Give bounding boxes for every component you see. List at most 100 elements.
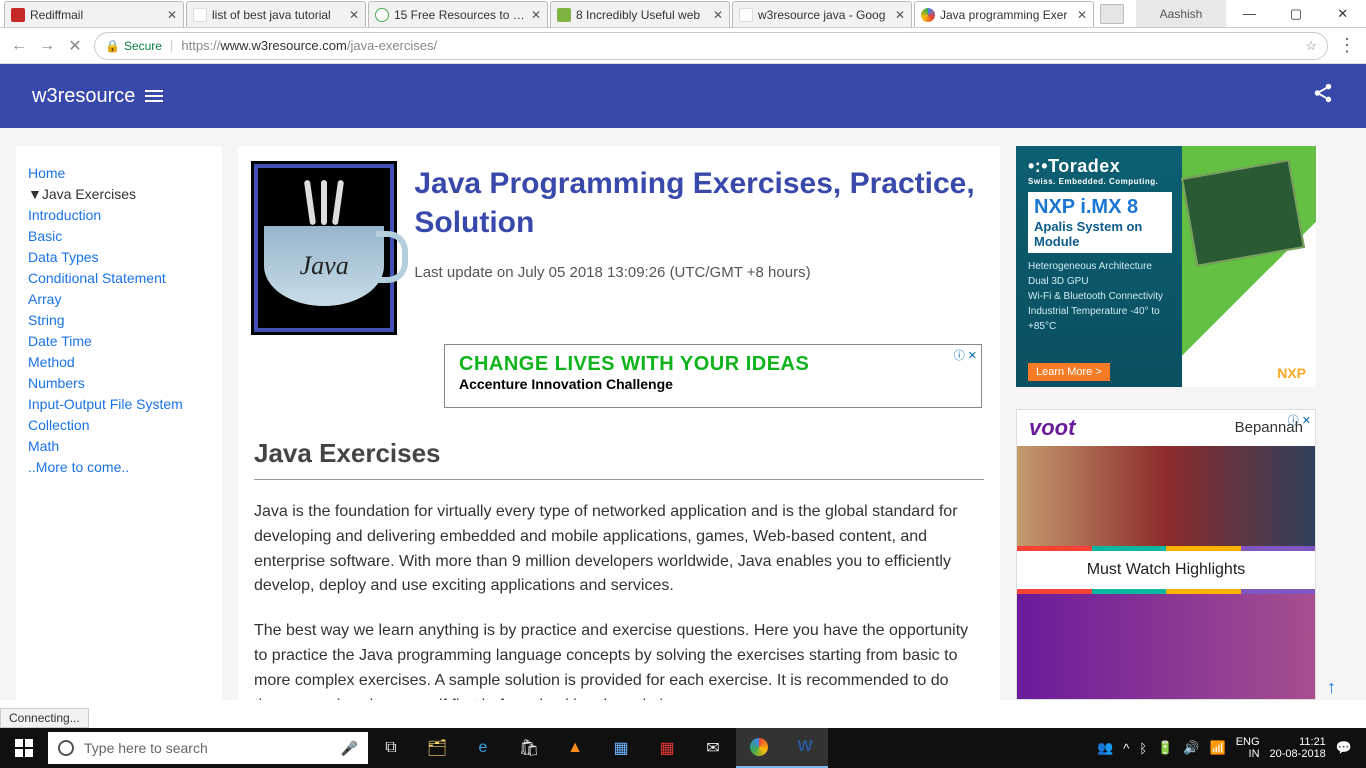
browser-tab[interactable]: 15 Free Resources to Le ✕ [368,1,548,27]
new-tab-button[interactable] [1100,4,1124,24]
close-icon[interactable]: ✕ [349,10,359,20]
sidebar-item[interactable]: Basic [28,228,210,244]
site-brand[interactable]: w3resource [32,85,163,108]
toradex-ad[interactable]: ⓘ ✕ •:•ToradexSwiss. Embedded. Computing… [1016,146,1316,387]
ad-thumbnail [1017,594,1315,700]
hero-section: Java Java Programming Exercises, Practic… [254,164,984,332]
taskbar-apps: ⧉ 🗂 e 🛍 ▲ ▦ ▦ ✉ W [368,728,828,768]
wifi-icon[interactable]: 📶 [1210,740,1226,756]
sidebar-item[interactable]: Home [28,165,210,181]
word-icon[interactable]: W [782,728,828,768]
back-button[interactable]: ← [10,37,28,55]
voot-logo: voot [1029,415,1075,441]
hamburger-icon[interactable] [145,90,163,102]
browser-tab[interactable]: w3resource java - Goog✕ [732,1,912,27]
stop-button[interactable]: ✕ [66,37,84,55]
tab-strip: Rediffmail✕ list of best java tutorial✕ … [0,0,1136,27]
bluetooth-icon[interactable]: ᛒ [1139,741,1147,756]
sidebar-item[interactable]: Data Types [28,249,210,265]
start-button[interactable] [0,728,48,768]
minimize-button[interactable]: — [1226,0,1273,27]
ad-brand: •:•ToradexSwiss. Embedded. Computing. [1028,156,1172,186]
people-icon[interactable]: 👥 [1097,740,1113,756]
language-indicator[interactable]: ENGIN [1236,736,1260,760]
right-ads: ⓘ ✕ •:•ToradexSwiss. Embedded. Computing… [1016,146,1316,700]
scroll-top-button[interactable]: ↑ [1327,677,1336,698]
task-view-icon[interactable]: ⧉ [368,728,414,768]
chrome-menu-icon[interactable]: ⋮ [1338,35,1356,56]
close-window-button[interactable]: ✕ [1319,0,1366,27]
sidebar-item-current[interactable]: ▼Java Exercises [28,186,210,202]
close-icon[interactable]: ✕ [167,10,177,20]
bookmark-icon[interactable]: ☆ [1305,38,1317,54]
paragraph: The best way we learn anything is by pra… [254,619,984,700]
ad-product: NXP i.MX 8Apalis System on Module [1028,192,1172,253]
close-icon[interactable]: ✕ [1077,10,1087,20]
cortana-icon [58,740,74,756]
clock[interactable]: 11:2120-08-2018 [1270,736,1326,760]
app-icon[interactable]: ▦ [598,728,644,768]
chrome-titlebar: Rediffmail✕ list of best java tutorial✕ … [0,0,1366,28]
store-icon[interactable]: 🛍 [506,728,552,768]
sidebar-item[interactable]: ..More to come.. [28,459,210,475]
ad-caption: Must Watch Highlights [1017,551,1315,589]
tab-title: Java programming Exer [940,8,1072,22]
mail-icon[interactable]: ✉ [690,728,736,768]
tab-title: 8 Incredibly Useful web [576,8,708,22]
ad-thumbnail [1017,446,1315,546]
close-icon[interactable]: ✕ [531,10,541,20]
browser-tab[interactable]: 8 Incredibly Useful web ✕ [550,1,730,27]
sidebar-item[interactable]: Input-Output File System [28,396,210,412]
main-content: Java Java Programming Exercises, Practic… [238,146,1000,700]
browser-tab[interactable]: list of best java tutorial ✕ [186,1,366,27]
taskbar-search[interactable]: Type here to search 🎤 [48,732,368,764]
sidebar-item[interactable]: Collection [28,417,210,433]
vlc-icon[interactable]: ▲ [552,728,598,768]
sidebar-item[interactable]: Date Time [28,333,210,349]
sidebar-item[interactable]: Method [28,354,210,370]
browser-tab-active[interactable]: Java programming Exer ✕ [914,1,1094,27]
sidebar-item[interactable]: Array [28,291,210,307]
search-placeholder: Type here to search [84,740,208,756]
brand-text: w3resource [32,85,135,108]
ad-badge[interactable]: ⓘ ✕ [954,347,977,363]
section-heading: Java Exercises [254,438,984,480]
battery-icon[interactable]: 🔋 [1157,740,1173,756]
close-icon[interactable]: ✕ [713,10,723,20]
forward-button[interactable]: → [38,37,56,55]
chip-image [1181,159,1305,267]
tab-title: 15 Free Resources to Le [394,8,526,22]
close-icon[interactable]: ✕ [895,10,905,20]
file-explorer-icon[interactable]: 🗂 [414,728,460,768]
ad-badge[interactable]: ⓘ ✕ [1288,412,1311,428]
java-logo-image: Java [254,164,394,332]
sidebar-nav: Home ▼Java Exercises Introduction Basic … [16,146,222,700]
edge-icon[interactable]: e [460,728,506,768]
ad-cta-button[interactable]: Learn More > [1028,363,1110,381]
last-updated: Last update on July 05 2018 13:09:26 (UT… [414,264,984,281]
sidebar-item[interactable]: Math [28,438,210,454]
sidebar-item[interactable]: Numbers [28,375,210,391]
tray-chevron-icon[interactable]: ^ [1123,741,1129,756]
notifications-icon[interactable]: 💬 [1336,740,1352,756]
paragraph: Java is the foundation for virtually eve… [254,500,984,599]
sidebar-item[interactable]: String [28,312,210,328]
browser-tab[interactable]: Rediffmail✕ [4,1,184,27]
status-bar: Connecting... [0,708,89,728]
sidebar-item[interactable]: Introduction [28,207,210,223]
omnibox[interactable]: 🔒 Secure | https://www.w3resource.com/ja… [94,32,1328,60]
volume-icon[interactable]: 🔊 [1183,740,1199,756]
app-icon[interactable]: ▦ [644,728,690,768]
address-bar: ← → ✕ 🔒 Secure | https://www.w3resource.… [0,28,1366,64]
nxp-logo: NXP [1277,365,1306,381]
maximize-button[interactable]: ▢ [1273,0,1320,27]
secure-badge: 🔒 Secure [105,39,162,53]
chrome-icon[interactable] [736,728,782,768]
share-icon[interactable] [1312,82,1334,110]
mic-icon[interactable]: 🎤 [341,740,358,757]
inline-ad[interactable]: ⓘ ✕ CHANGE LIVES WITH YOUR IDEAS Accentu… [444,344,982,408]
chrome-profile[interactable]: Aashish [1136,0,1226,27]
tab-title: list of best java tutorial [212,8,344,22]
sidebar-item[interactable]: Conditional Statement [28,270,210,286]
voot-ad[interactable]: ⓘ ✕ vootBepannah Must Watch Highlights [1016,409,1316,700]
